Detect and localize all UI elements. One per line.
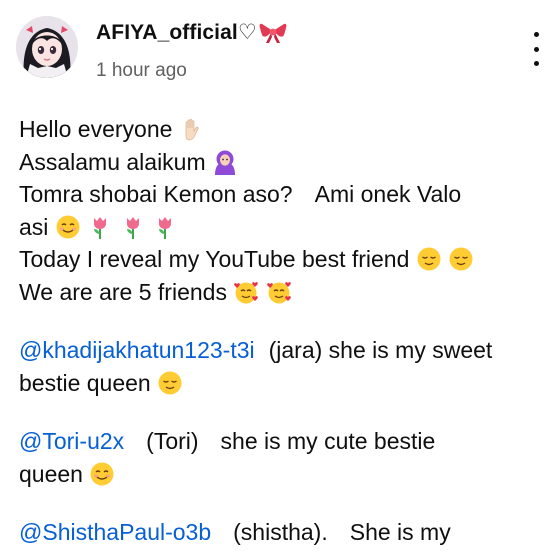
reply-text-cont: asi [19, 213, 49, 240]
smiling-face-icon [89, 461, 115, 487]
mention-line: queen [19, 458, 549, 491]
mention-line: @ShisthaPaul-o3b (shistha). She is my [19, 516, 549, 549]
body-line: Hello everyone [19, 113, 549, 146]
reveal-text: Today I reveal my YouTube best friend [19, 246, 410, 272]
smiling-face-hearts-icon [233, 279, 259, 305]
mention-link[interactable]: @ShisthaPaul-o3b [19, 519, 211, 545]
author-name[interactable]: AFIYA_official♡ [96, 20, 257, 45]
friends-count-text: We are are 5 friends [19, 278, 227, 305]
ribbon-bow-icon [259, 22, 287, 44]
question-text: Tomra shobai Kemon aso? [19, 181, 293, 207]
menu-dot [533, 61, 539, 66]
tulip-icon [87, 214, 113, 240]
mention-text-cont: queen [19, 460, 83, 487]
body-line: Tomra shobai Kemon aso? Ami onek Valo [19, 178, 549, 211]
mention-nickname: (Tori) [146, 428, 199, 454]
post-header: AFIYA_official♡ 1 hour ago [0, 0, 560, 100]
avatar[interactable] [16, 16, 78, 78]
post-timestamp: 1 hour ago [96, 60, 187, 81]
mention-link[interactable]: @khadijakhatun123-t3i [19, 337, 255, 363]
tulip-icon [120, 214, 146, 240]
mention-line: bestie queen [19, 367, 549, 400]
menu-dot [533, 46, 539, 52]
relieved-face-icon [416, 246, 442, 272]
post-body: Hello everyone Assalamu alaikum Tomra sh… [19, 113, 549, 549]
woman-headscarf-icon [212, 149, 238, 175]
menu-dot [533, 32, 539, 37]
relieved-face-icon [157, 370, 183, 396]
more-vertical-icon[interactable] [526, 32, 546, 66]
mention-line: @khadijakhatun123-t3i (jara) she is my sw… [19, 334, 549, 367]
mention-line: @Tori-u2x (Tori) she is my cute bestie [19, 425, 549, 458]
salutation-text: Assalamu alaikum [19, 148, 206, 175]
reply-text: Ami onek Valo [314, 181, 462, 207]
waving-hand-icon [179, 116, 205, 142]
tulip-icon [152, 214, 178, 240]
body-line: Today I reveal my YouTube best friend [19, 243, 549, 276]
smiling-face-hearts-icon [266, 279, 292, 305]
body-line: asi [19, 211, 549, 244]
greeting-text: Hello everyone [19, 116, 173, 142]
body-line: We are are 5 friends [19, 276, 549, 309]
anime-girl-avatar [16, 16, 78, 78]
author-name-row[interactable]: AFIYA_official♡ [96, 20, 287, 45]
mention-text: she is my cute bestie [220, 428, 436, 454]
relieved-face-icon [448, 246, 474, 272]
mention-text: (jara) she is my sweet [268, 337, 493, 363]
mention-link[interactable]: @Tori-u2x [19, 428, 124, 454]
body-line: Assalamu alaikum [19, 146, 549, 179]
mention-nickname: (shistha). [233, 519, 328, 545]
mention-text-cont: bestie queen [19, 369, 151, 396]
mention-text: She is my [349, 519, 451, 545]
smiling-face-icon [55, 214, 81, 240]
